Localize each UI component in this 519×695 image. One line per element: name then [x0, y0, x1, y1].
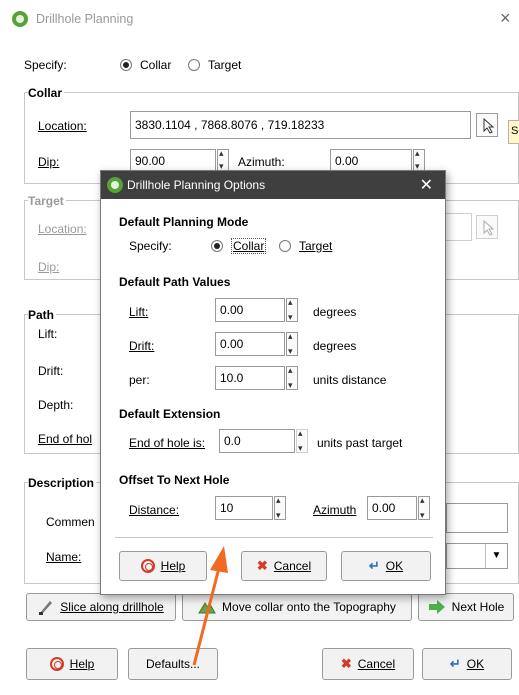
end-of-hole-label: End of hole is:: [129, 436, 206, 450]
options-dialog: Drillhole Planning Options ✕ Default Pla…: [100, 170, 446, 595]
offset-title: Offset To Next Hole: [119, 473, 230, 487]
slice-button-label: Slice along drillhole: [60, 600, 164, 614]
drift-stepper[interactable]: [286, 331, 298, 357]
dip-stepper[interactable]: [217, 148, 229, 172]
enter-icon: ↵: [368, 558, 380, 573]
enter-icon: ↵: [449, 656, 461, 671]
target-location-label: Location:: [38, 222, 87, 236]
azimuth-stepper[interactable]: [413, 148, 425, 172]
dialog-titlebar: Drillhole Planning Options ✕: [101, 171, 445, 199]
move-collar-button-label: Move collar onto the Topography: [222, 600, 396, 614]
path-drift-label: Drift:: [38, 364, 64, 378]
end-of-hole-stepper[interactable]: [296, 428, 308, 454]
cursor-icon: [483, 219, 495, 236]
name-dropdown[interactable]: ▼: [446, 543, 508, 569]
path-lift-label: Lift:: [38, 327, 58, 341]
end-of-hole-unit: units past target: [317, 436, 403, 450]
lifebuoy-icon: [49, 657, 64, 671]
window-titlebar: Drillhole Planning ×: [0, 0, 519, 38]
lift-label: Lift:: [129, 305, 149, 319]
collar-dip-field[interactable]: 90.00: [130, 149, 216, 171]
specify-label: Specify:: [24, 58, 67, 72]
lifebuoy-icon: [140, 559, 155, 573]
dialog-specify-label: Specify:: [129, 239, 172, 253]
target-pick-button: [476, 215, 498, 239]
target-radio-label: Target: [208, 58, 242, 72]
path-group-title: Path: [28, 308, 57, 322]
dialog-collar-radio[interactable]: [211, 240, 223, 252]
per-stepper[interactable]: [286, 365, 298, 391]
close-icon[interactable]: ×: [500, 8, 511, 29]
cancel-button[interactable]: ✖ Cancel: [322, 648, 414, 680]
cancel-icon: ✖: [256, 558, 268, 573]
lift-unit: degrees: [313, 305, 357, 319]
per-unit: units distance: [313, 373, 387, 387]
drift-field[interactable]: 0.00: [215, 332, 285, 356]
target-group-title: Target: [28, 194, 66, 208]
lift-stepper[interactable]: [286, 297, 298, 323]
collar-radio[interactable]: [120, 59, 132, 71]
end-of-hole-field[interactable]: 0.0: [219, 429, 295, 453]
drift-label: Drift:: [129, 339, 155, 353]
next-hole-button-label: Next Hole: [451, 600, 505, 614]
slice-button[interactable]: Slice along drillhole: [26, 593, 176, 621]
path-depth-label: Depth:: [38, 398, 74, 412]
knife-icon: [39, 601, 53, 615]
arrow-right-icon: [428, 600, 445, 614]
lift-field[interactable]: 0.00: [215, 298, 285, 322]
help-button-label: Help: [69, 657, 95, 671]
app-logo-icon: [107, 177, 123, 193]
dialog-target-radio[interactable]: [279, 240, 291, 252]
offset-azimuth-label: Azimuth: [313, 503, 357, 517]
comment-label: Commen: [46, 515, 95, 529]
collar-azimuth-label: Azimuth:: [238, 155, 285, 169]
collar-group-title: Collar: [28, 86, 65, 100]
description-group-title: Description: [28, 476, 97, 490]
planning-mode-title: Default Planning Mode: [119, 215, 249, 229]
path-values-title: Default Path Values: [119, 275, 231, 289]
collar-location-label: Location:: [38, 119, 87, 133]
dialog-close-icon[interactable]: ✕: [420, 175, 433, 195]
ok-button[interactable]: ↵ OK: [422, 648, 512, 680]
distance-stepper[interactable]: [274, 495, 286, 521]
target-dip-label: Dip:: [38, 260, 60, 274]
next-hole-button[interactable]: Next Hole: [418, 593, 514, 621]
target-radio[interactable]: [188, 59, 200, 71]
name-label: Name:: [46, 550, 82, 564]
chevron-down-icon: ▼: [485, 544, 507, 568]
drift-unit: degrees: [313, 339, 357, 353]
window-title: Drillhole Planning: [36, 12, 134, 26]
dialog-collar-label: Collar: [231, 238, 267, 254]
collar-radio-label: Collar: [140, 58, 172, 72]
pick-location-button[interactable]: [476, 113, 498, 137]
path-end-label: End of hol: [38, 432, 93, 446]
distance-field[interactable]: 10: [215, 496, 273, 520]
tooltip: Se: [508, 120, 519, 144]
dialog-ok-label: OK: [385, 559, 404, 573]
comment-field[interactable]: [446, 503, 508, 533]
dialog-cancel-label: Cancel: [273, 559, 312, 573]
dialog-title: Drillhole Planning Options: [127, 178, 266, 192]
cancel-icon: ✖: [340, 656, 352, 671]
ok-button-label: OK: [466, 657, 485, 671]
offset-azimuth-field[interactable]: 0.00: [367, 496, 417, 520]
app-logo-icon: [12, 11, 28, 27]
collar-location-field[interactable]: 3830.1104 , 7868.8076 , 719.18233: [130, 111, 471, 139]
dialog-target-label: Target: [299, 239, 333, 253]
cursor-icon: [483, 117, 495, 134]
distance-label: Distance:: [129, 503, 180, 517]
dialog-cancel-button[interactable]: ✖ Cancel: [241, 551, 327, 581]
dialog-ok-button[interactable]: ↵ OK: [341, 551, 431, 581]
collar-azimuth-field[interactable]: 0.00: [330, 149, 412, 171]
per-label: per:: [129, 373, 150, 387]
annotation-arrow-icon: [192, 546, 228, 666]
cancel-button-label: Cancel: [357, 657, 396, 671]
offset-azimuth-stepper[interactable]: [418, 495, 430, 521]
help-button[interactable]: Help: [26, 648, 118, 680]
dialog-divider: [115, 537, 433, 538]
extension-title: Default Extension: [119, 407, 221, 421]
collar-dip-label: Dip:: [38, 155, 60, 169]
per-field[interactable]: 10.0: [215, 366, 285, 390]
